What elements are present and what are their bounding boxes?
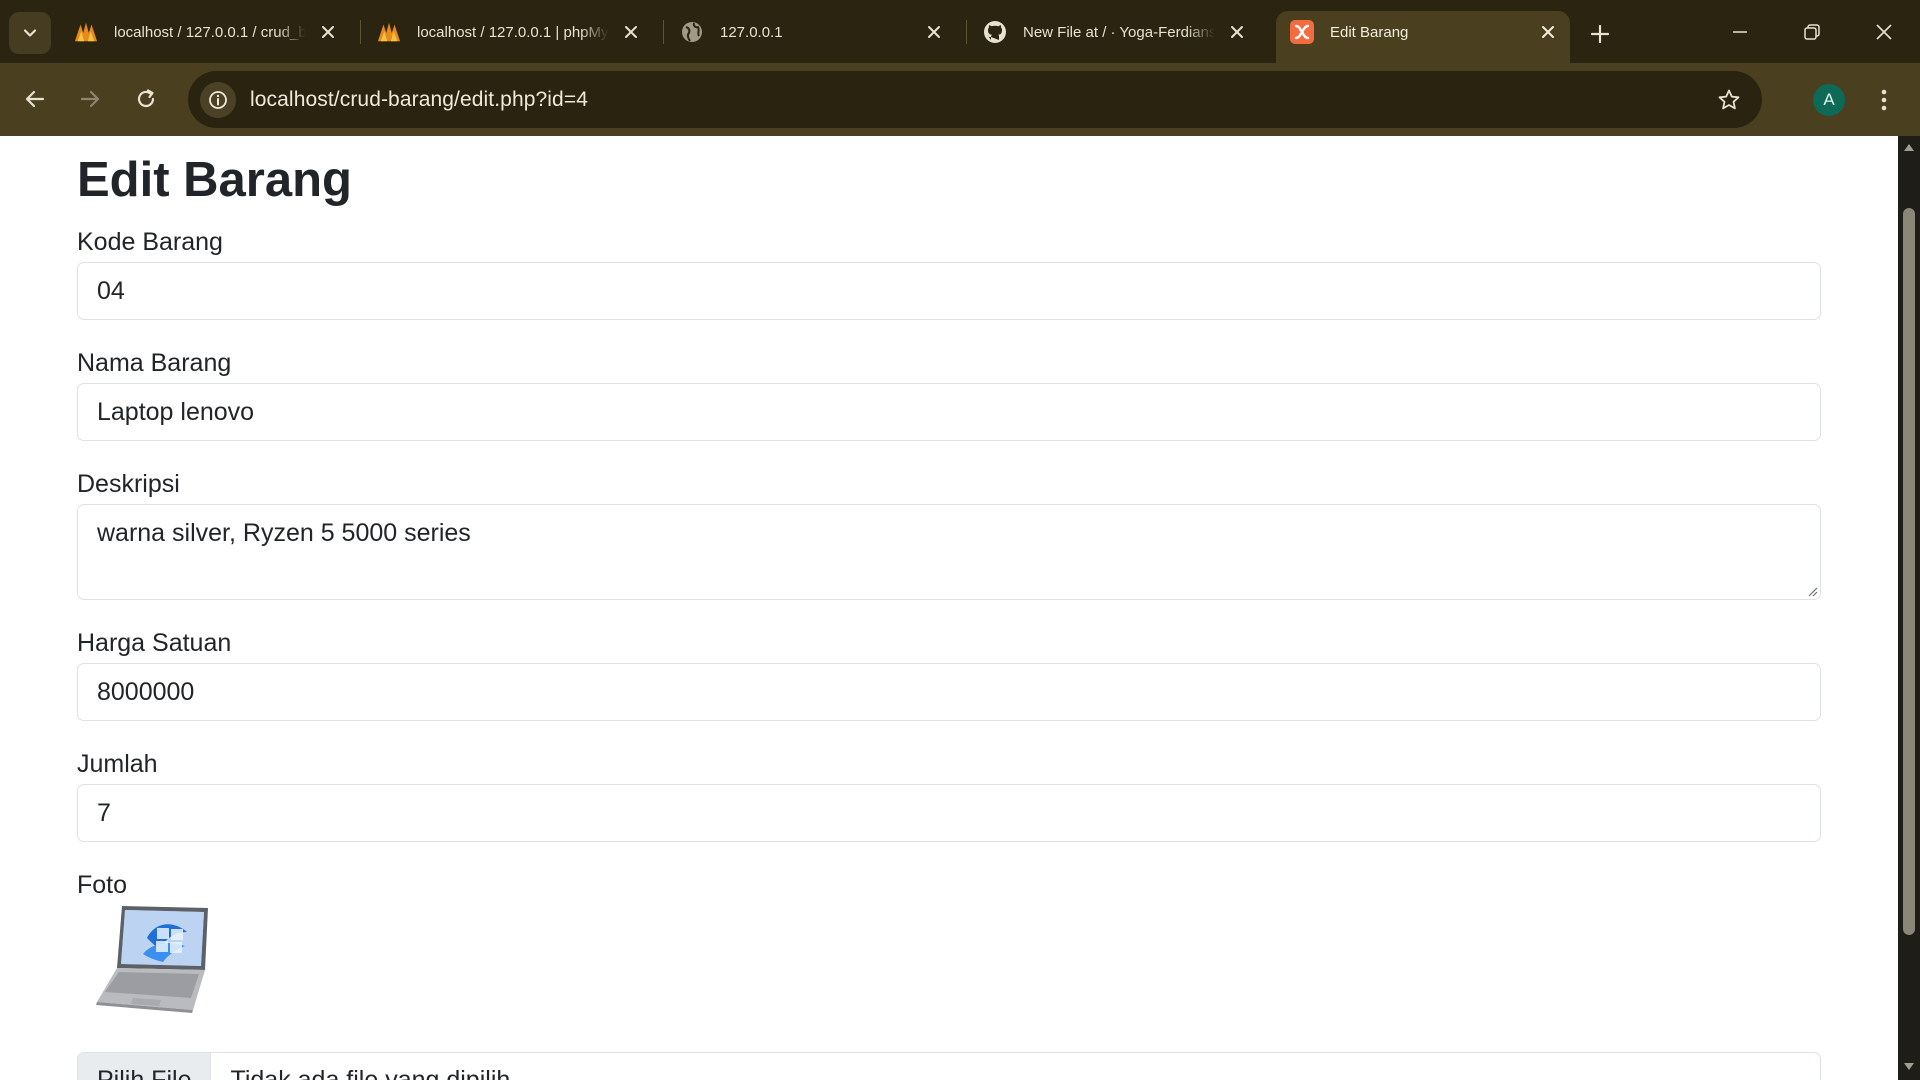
url-text[interactable]: localhost/crud-barang/edit.php?id=4 [250,88,588,112]
tab-title: localhost / 127.0.0.1 | phpMy [417,23,609,41]
github-icon [983,20,1007,44]
tab-phpmyadmin-crud[interactable]: localhost / 127.0.0.1 / crud_b [60,11,350,53]
tab-separator [663,20,664,44]
more-vert-icon [1881,89,1887,111]
kode-barang-label: Kode Barang [77,228,223,256]
kode-barang-input[interactable]: 04 [77,262,1821,320]
page-scrollbar[interactable] [1898,136,1920,1080]
tab-localhost[interactable]: 127.0.0.1 [666,11,956,53]
tab-search-button[interactable] [9,12,51,54]
restore-icon [1804,23,1820,40]
harga-satuan-label: Harga Satuan [77,629,232,657]
info-icon [209,90,227,109]
reload-icon [137,89,155,108]
tab-edit-barang[interactable]: Edit Barang [1276,11,1570,63]
page-title: Edit Barang [77,153,352,207]
resize-grip-icon[interactable] [1806,585,1818,597]
file-status-text: Tidak ada file yang dipilih [230,1065,511,1080]
restore-button[interactable] [1777,0,1847,63]
close-icon[interactable] [1534,18,1562,46]
plus-icon [1590,24,1610,44]
back-button[interactable] [13,77,57,121]
close-icon[interactable] [617,18,645,46]
arrow-right-icon [80,90,100,108]
jumlah-input[interactable]: 7 [77,784,1821,842]
jumlah-label: Jumlah [77,750,158,778]
new-tab-button[interactable] [1582,16,1618,52]
scroll-up-icon[interactable] [1902,140,1916,154]
foto-file-input[interactable]: Pilih File Tidak ada file yang dipilih [77,1052,1821,1080]
laptop-photo [96,906,208,1013]
chevron-down-icon [23,29,37,37]
tab-title: localhost / 127.0.0.1 / crud_b [114,23,306,41]
globe-icon [680,20,704,44]
browser-toolbar: localhost/crud-barang/edit.php?id=4 A [0,63,1920,136]
arrow-left-icon [25,90,45,108]
tab-separator [360,20,361,44]
address-bar[interactable]: localhost/crud-barang/edit.php?id=4 [188,71,1762,128]
bookmark-button[interactable] [1712,83,1746,117]
close-icon[interactable] [314,18,342,46]
foto-label: Foto [77,871,128,899]
close-icon[interactable] [1223,18,1251,46]
nama-barang-label: Nama Barang [77,349,232,377]
tab-title: 127.0.0.1 [720,23,783,41]
minimize-button[interactable] [1705,0,1775,63]
tab-strip: localhost / 127.0.0.1 / crud_b localhost… [0,0,1920,63]
phpmyadmin-icon [377,20,401,44]
nama-barang-input[interactable]: Laptop lenovo [77,383,1821,441]
deskripsi-text: warna silver, Ryzen 5 5000 series [97,519,471,547]
forward-button[interactable] [68,77,112,121]
profile-avatar[interactable]: A [1813,84,1845,116]
tab-separator [966,20,967,44]
harga-satuan-input[interactable]: 8000000 [77,663,1821,721]
deskripsi-textarea[interactable]: warna silver, Ryzen 5 5000 series [77,504,1821,600]
reload-button[interactable] [124,77,168,121]
tab-phpmyadmin[interactable]: localhost / 127.0.0.1 | phpMy [363,11,653,53]
close-icon[interactable] [920,18,948,46]
deskripsi-label: Deskripsi [77,470,180,498]
xampp-icon [1290,20,1314,44]
site-info-button[interactable] [200,81,236,118]
close-icon [1876,23,1892,40]
tab-title: New File at / · Yoga-Ferdians [1023,23,1215,41]
close-window-button[interactable] [1849,0,1919,63]
page-viewport: Edit Barang Kode Barang 04 Nama Barang L… [0,136,1898,1080]
browser-menu-button[interactable] [1868,84,1900,116]
choose-file-button[interactable]: Pilih File [78,1053,212,1080]
tab-github[interactable]: New File at / · Yoga-Ferdians [969,11,1259,53]
scroll-down-icon[interactable] [1902,1060,1916,1074]
minimize-icon [1733,30,1747,33]
phpmyadmin-icon [74,20,98,44]
star-icon [1718,89,1740,110]
tab-title: Edit Barang [1330,23,1409,41]
scrollbar-thumb[interactable] [1903,208,1915,935]
